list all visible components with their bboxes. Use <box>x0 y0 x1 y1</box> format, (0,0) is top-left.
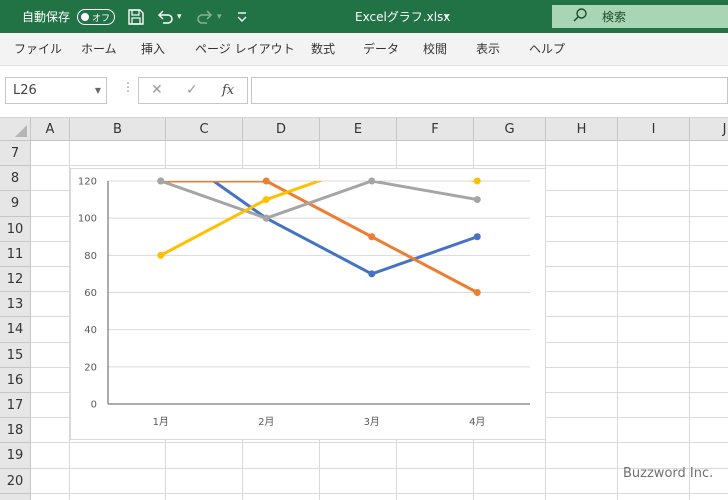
title-bar: 自動保存 オフ ▾ ▾ Excelグラフ.xlsx ▾ 検索 <box>0 0 728 33</box>
undo-dropdown-icon[interactable]: ▾ <box>177 0 182 33</box>
y-tick-label: 40 <box>84 325 97 336</box>
series-line-3 <box>159 181 479 220</box>
tab-help[interactable]: ヘルプ <box>529 33 565 66</box>
column-header-a[interactable]: A <box>31 118 70 141</box>
y-tick-label: 0 <box>91 400 97 411</box>
tab-home[interactable]: ホーム <box>81 33 117 66</box>
autosave-toggle[interactable]: オフ <box>77 9 115 25</box>
gridline-vertical <box>689 141 690 500</box>
column-header-f[interactable]: F <box>397 118 474 141</box>
column-header-i[interactable]: I <box>618 118 690 141</box>
formula-buttons: ✕ ✓ fx <box>138 77 248 104</box>
series-4-point <box>473 177 481 185</box>
series-3-point <box>262 214 270 222</box>
x-tick-label: 4月 <box>469 416 485 428</box>
row-header-15[interactable]: 15 <box>0 342 31 368</box>
name-box[interactable]: L26 ▼ <box>5 77 107 104</box>
search-placeholder: 検索 <box>602 10 627 24</box>
tab-data[interactable]: データ <box>363 33 399 66</box>
filename-dropdown-icon[interactable]: ▾ <box>444 0 449 33</box>
redo-dropdown-icon[interactable]: ▾ <box>217 0 222 33</box>
redo-icon[interactable] <box>196 0 214 33</box>
column-header-j[interactable]: J <box>690 118 728 141</box>
cancel-icon[interactable]: ✕ <box>151 78 163 103</box>
autosave-state: オフ <box>92 13 111 24</box>
undo-icon[interactable] <box>156 0 174 33</box>
series-2-point <box>262 177 270 185</box>
row-header-10[interactable]: 10 <box>0 216 31 242</box>
tab-review[interactable]: 校閲 <box>423 33 447 66</box>
series-3-point <box>157 177 165 185</box>
row-header-18[interactable]: 18 <box>0 418 31 444</box>
series-1-point <box>368 270 376 278</box>
series-4-point <box>157 251 165 259</box>
insert-function-icon[interactable]: fx <box>222 78 234 103</box>
row-header-21[interactable]: 21 <box>0 493 31 500</box>
column-header-e[interactable]: E <box>320 118 397 141</box>
series-3-point <box>473 196 481 204</box>
y-tick-label: 60 <box>84 288 97 299</box>
line-chart[interactable]: 0 20 40 60 80 100 120 1月 2月 3月 4月 <box>70 168 546 440</box>
series-1-point <box>473 233 481 241</box>
series-line-1 <box>210 181 479 276</box>
x-tick-label: 2月 <box>258 416 274 428</box>
file-name: Excelグラフ.xlsx <box>355 10 451 24</box>
x-tick-label: 1月 <box>153 416 169 428</box>
row-header-16[interactable]: 16 <box>0 367 31 393</box>
column-header-g[interactable]: G <box>474 118 546 141</box>
autosave-label: 自動保存 <box>22 10 71 24</box>
ribbon-tabs: ファイル ホーム 挿入 ページ レイアウト 数式 データ 校閲 表示 ヘルプ <box>0 33 728 66</box>
formula-bar: L26 ▼ ⋮ ✕ ✓ fx <box>0 66 728 118</box>
name-box-dropdown-icon[interactable]: ▼ <box>95 78 101 103</box>
series-2-point <box>368 233 376 241</box>
row-header-9[interactable]: 9 <box>0 191 31 217</box>
tab-view[interactable]: 表示 <box>476 33 500 66</box>
search-icon <box>572 7 588 26</box>
series-4-point <box>262 196 270 204</box>
save-icon[interactable] <box>127 0 145 33</box>
chart-plot: 0 20 40 60 80 100 120 1月 2月 3月 4月 <box>78 177 530 428</box>
row-header-20[interactable]: 20 <box>0 468 31 494</box>
tab-formulas[interactable]: 数式 <box>311 33 335 66</box>
gridline-horizontal <box>31 442 728 444</box>
column-header-c[interactable]: C <box>166 118 243 141</box>
gridline-vertical <box>617 141 618 500</box>
tab-insert[interactable]: 挿入 <box>141 33 165 66</box>
y-tick-label: 100 <box>78 214 97 225</box>
series-group <box>159 181 479 294</box>
gridline-horizontal <box>31 492 728 494</box>
row-header-17[interactable]: 17 <box>0 393 31 419</box>
series-2-point <box>473 289 481 296</box>
row-header-19[interactable]: 19 <box>0 443 31 469</box>
y-tick-label: 120 <box>78 177 97 188</box>
y-tick-label: 80 <box>84 251 97 262</box>
row-header-12[interactable]: 12 <box>0 267 31 293</box>
column-header-b[interactable]: B <box>70 118 166 141</box>
column-header-d[interactable]: D <box>243 118 320 141</box>
row-header-13[interactable]: 13 <box>0 292 31 318</box>
tab-file[interactable]: ファイル <box>14 33 62 66</box>
series-3-point <box>368 177 376 185</box>
search-box[interactable]: 検索 <box>552 5 728 28</box>
row-header-14[interactable]: 14 <box>0 317 31 343</box>
column-header-h[interactable]: H <box>546 118 618 141</box>
y-tick-label: 20 <box>84 362 97 373</box>
row-header-7[interactable]: 7 <box>0 141 31 167</box>
gridline-horizontal <box>31 165 728 167</box>
watermark: Buzzword Inc. <box>623 466 714 481</box>
x-tick-label: 3月 <box>364 416 380 428</box>
select-all-button[interactable] <box>0 118 31 141</box>
formula-bar-grip-icon[interactable]: ⋮ <box>122 80 134 94</box>
name-box-value: L26 <box>13 83 37 98</box>
row-header-8[interactable]: 8 <box>0 166 31 192</box>
row-header-11[interactable]: 11 <box>0 241 31 267</box>
toggle-knob-icon <box>81 13 89 21</box>
customize-qat-icon[interactable] <box>237 0 247 33</box>
formula-input[interactable] <box>251 77 728 104</box>
enter-icon[interactable]: ✓ <box>186 78 198 103</box>
select-all-triangle-icon <box>15 125 27 137</box>
tab-page-layout[interactable]: ページ レイアウト <box>195 33 295 66</box>
